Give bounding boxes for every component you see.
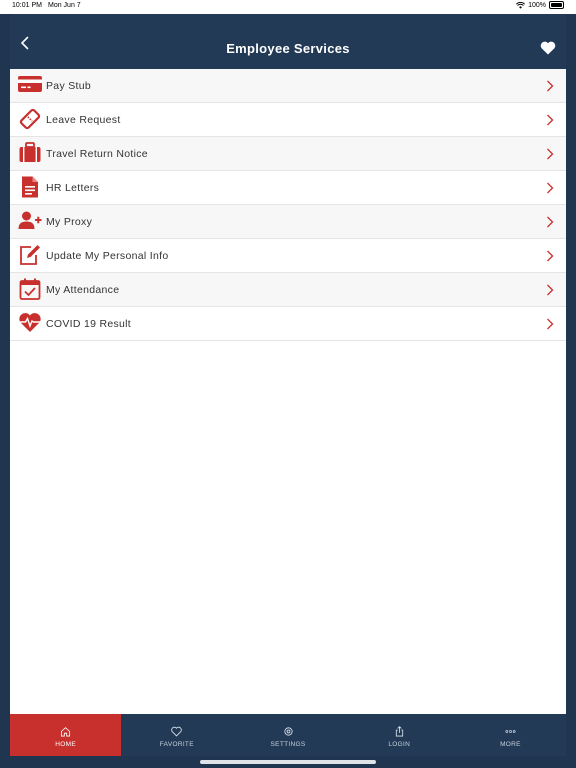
document-icon	[22, 176, 38, 198]
favorite-heart-icon[interactable]	[540, 41, 556, 55]
status-right: 100%	[516, 1, 564, 9]
chevron-right-icon	[547, 284, 554, 296]
status-bar: 10:01 PM Mon Jun 7 100%	[0, 0, 576, 14]
add-user-icon	[18, 211, 42, 229]
suitcase-icon	[19, 142, 41, 162]
menu-item-label: HR Letters	[46, 182, 100, 194]
chevron-right-icon	[547, 182, 554, 194]
menu-item-label: My Proxy	[46, 216, 93, 228]
home-icon	[61, 727, 71, 737]
tab-bar: HOME FAVORITE SETTINGS LOGIN MORE	[10, 714, 566, 756]
status-date: Mon Jun 7	[48, 2, 81, 9]
menu-item-leave-request[interactable]: Leave Request	[10, 103, 566, 137]
menu-item-label: My Attendance	[46, 284, 120, 296]
menu-item-hr-letters[interactable]: HR Letters	[10, 171, 566, 205]
share-icon	[395, 726, 403, 737]
tab-label: SETTINGS	[270, 741, 306, 748]
chevron-right-icon	[547, 318, 554, 330]
menu-item-travel-return-notice[interactable]: Travel Return Notice	[10, 137, 566, 171]
battery-percent: 100%	[528, 1, 546, 9]
tab-favorite[interactable]: FAVORITE	[121, 714, 232, 756]
nav-bar: Employee Services	[10, 14, 566, 69]
tab-label: HOME	[55, 741, 76, 748]
calendar-check-icon	[19, 278, 41, 300]
menu-item-pay-stub[interactable]: Pay Stub	[10, 69, 566, 103]
menu-item-my-proxy[interactable]: My Proxy	[10, 205, 566, 239]
menu-item-label: Pay Stub	[46, 80, 92, 92]
tab-label: MORE	[500, 741, 521, 748]
chevron-right-icon	[547, 250, 554, 262]
menu-item-label: Travel Return Notice	[46, 148, 148, 160]
chevron-right-icon	[547, 216, 554, 228]
menu-item-label: Leave Request	[46, 114, 121, 126]
tab-label: FAVORITE	[159, 741, 194, 748]
menu-item-label: COVID 19 Result	[46, 318, 132, 330]
gear-icon	[283, 727, 293, 736]
tab-login[interactable]: LOGIN	[344, 714, 455, 756]
menu-item-my-attendance[interactable]: My Attendance	[10, 273, 566, 307]
edit-icon	[20, 245, 40, 265]
status-time: 10:01 PM	[12, 2, 42, 9]
menu-item-label: Update My Personal Info	[46, 250, 169, 262]
ticket-icon	[19, 108, 41, 130]
heartbeat-icon	[19, 313, 41, 332]
tab-home[interactable]: HOME	[10, 714, 122, 756]
wifi-icon	[516, 1, 526, 9]
tab-label: LOGIN	[388, 741, 411, 748]
menu-list: Pay Stub Leave Request Travel Return Not…	[10, 69, 566, 714]
chevron-right-icon	[547, 148, 554, 160]
battery-icon	[549, 1, 564, 9]
heart-icon	[171, 726, 182, 737]
ellipsis-icon	[505, 730, 516, 733]
page-title: Employee Services	[226, 41, 350, 56]
tab-settings[interactable]: SETTINGS	[232, 714, 343, 756]
home-indicator	[200, 760, 376, 764]
tab-more[interactable]: MORE	[455, 714, 566, 756]
menu-item-update-personal-info[interactable]: Update My Personal Info	[10, 239, 566, 273]
credit-card-icon	[18, 76, 42, 92]
chevron-right-icon	[547, 114, 554, 126]
menu-item-covid-result[interactable]: COVID 19 Result	[10, 307, 566, 341]
chevron-right-icon	[547, 80, 554, 92]
